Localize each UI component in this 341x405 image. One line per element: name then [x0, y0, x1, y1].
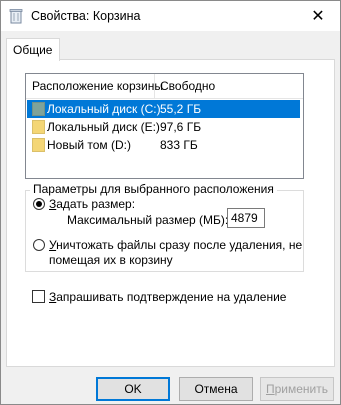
drive-name: Локальный диск (C:) — [47, 102, 161, 116]
confirm-delete-text: апрашивать подтверждение на удаление — [56, 290, 287, 304]
column-divider[interactable] — [154, 74, 155, 98]
drive-free-space: 833 ГБ — [160, 138, 198, 152]
recycle-bin-icon — [9, 9, 23, 24]
drive-icon — [32, 102, 45, 116]
delete-immediately-text: ничтожать файлы сразу после удаления, не — [56, 238, 303, 252]
max-size-input[interactable] — [227, 208, 265, 228]
window-title: Свойства: Корзина — [31, 9, 141, 23]
drive-icon — [32, 138, 45, 152]
confirm-delete-label[interactable]: Запрашивать подтверждение на удаление — [49, 290, 286, 304]
custom-size-radio[interactable] — [33, 198, 45, 210]
list-item[interactable]: Локальный диск (E:) 97,6 ГБ — [27, 118, 300, 136]
apply-button-label: Применить — [266, 382, 328, 396]
close-icon: ✕ — [311, 8, 325, 25]
column-header-free[interactable]: Свободно — [160, 79, 215, 93]
properties-window: Свойства: Корзина ✕ Общие Расположение к… — [0, 0, 341, 405]
list-item[interactable]: Локальный диск (C:) 55,2 ГБ — [27, 100, 300, 118]
max-size-label: Максимальный размер (МБ): — [67, 213, 229, 227]
close-button[interactable]: ✕ — [296, 1, 340, 31]
column-header-location[interactable]: Расположение корзины — [32, 79, 163, 93]
delete-immediately-label-line2[interactable]: помещая их в корзину — [49, 253, 173, 267]
drive-icon — [32, 120, 45, 134]
title-bar: Свойства: Корзина ✕ — [1, 1, 340, 31]
delete-immediately-label[interactable]: Уничтожать файлы сразу после удаления, н… — [49, 238, 302, 252]
drive-free-space: 55,2 ГБ — [160, 102, 202, 116]
delete-immediately-radio[interactable] — [33, 239, 45, 251]
apply-text: рименить — [274, 382, 328, 396]
ok-button[interactable]: OK — [96, 377, 170, 401]
tab-general[interactable]: Общие — [6, 38, 60, 61]
custom-size-label-text: адать размер: — [56, 197, 136, 211]
confirm-delete-checkbox[interactable] — [32, 290, 45, 303]
ok-button-label: OK — [124, 382, 142, 396]
apply-button[interactable]: Применить — [260, 377, 334, 401]
drive-free-space: 97,6 ГБ — [160, 120, 202, 134]
settings-group-title: Параметры для выбранного расположения — [30, 182, 277, 196]
custom-size-label[interactable]: Задать размер: — [49, 197, 135, 211]
tab-general-label: Общие — [13, 43, 53, 57]
list-item[interactable]: Новый том (D:) 833 ГБ — [27, 136, 300, 154]
apply-accel: П — [265, 382, 275, 396]
location-list[interactable]: Расположение корзины Свободно Локальный … — [25, 73, 304, 179]
drive-name: Новый том (D:) — [47, 138, 131, 152]
cancel-button-label: Отмена — [194, 382, 238, 396]
list-header: Расположение корзины Свободно — [26, 74, 303, 99]
cancel-button[interactable]: Отмена — [179, 377, 253, 401]
drive-name: Локальный диск (E:) — [47, 120, 160, 134]
